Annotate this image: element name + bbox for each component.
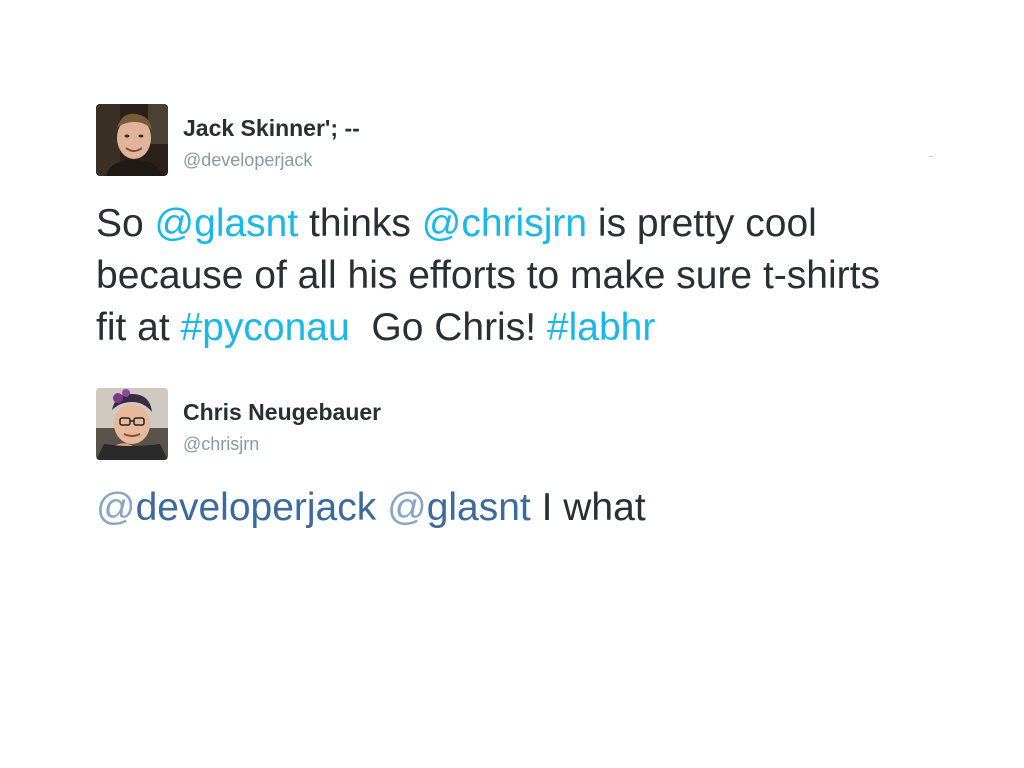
mention-at-symbol: @ [387, 486, 427, 529]
avatar-chris-icon [96, 388, 168, 460]
author-info: Jack Skinner'; -- @developerjack [183, 104, 360, 172]
mention-link[interactable]: @chrisjrn [422, 202, 587, 245]
tweet-text: So @glasnt thinks @chrisjrn is pretty co… [96, 198, 916, 354]
author-info: Chris Neugebauer @chrisjrn [183, 388, 381, 456]
tweet-header: Jack Skinner'; -- @developerjack [96, 104, 936, 176]
hashtag-link[interactable]: #labhr [547, 306, 655, 349]
text-segment: thinks [298, 202, 422, 245]
avatar[interactable] [96, 104, 168, 176]
tweet-card: Chris Neugebauer @chrisjrn @developerjac… [96, 388, 936, 534]
text-segment [376, 486, 387, 529]
text-segment: I what [530, 486, 646, 529]
author-handle[interactable]: @chrisjrn [183, 432, 381, 456]
tweet-header: Chris Neugebauer @chrisjrn [96, 388, 936, 460]
avatar[interactable] [96, 388, 168, 460]
tweet-thread: Jack Skinner'; -- @developerjack So @gla… [0, 0, 1024, 768]
divider-dot [929, 156, 933, 157]
author-display-name[interactable]: Chris Neugebauer [183, 398, 381, 426]
mention-link[interactable]: @glasnt [155, 202, 299, 245]
tweet-card: Jack Skinner'; -- @developerjack So @gla… [96, 104, 936, 354]
text-segment: So [96, 202, 155, 245]
tweet-text: @developerjack @glasnt I what [96, 482, 936, 534]
mention-link[interactable]: @developerjack [96, 486, 376, 529]
text-segment: Go Chris! [349, 306, 547, 349]
avatar-jack-icon [96, 104, 168, 176]
author-handle[interactable]: @developerjack [183, 148, 360, 172]
mention-link[interactable]: @glasnt [387, 486, 531, 529]
hashtag-link[interactable]: #pyconau [181, 306, 350, 349]
author-display-name[interactable]: Jack Skinner'; -- [183, 114, 360, 142]
mention-at-symbol: @ [96, 486, 136, 529]
